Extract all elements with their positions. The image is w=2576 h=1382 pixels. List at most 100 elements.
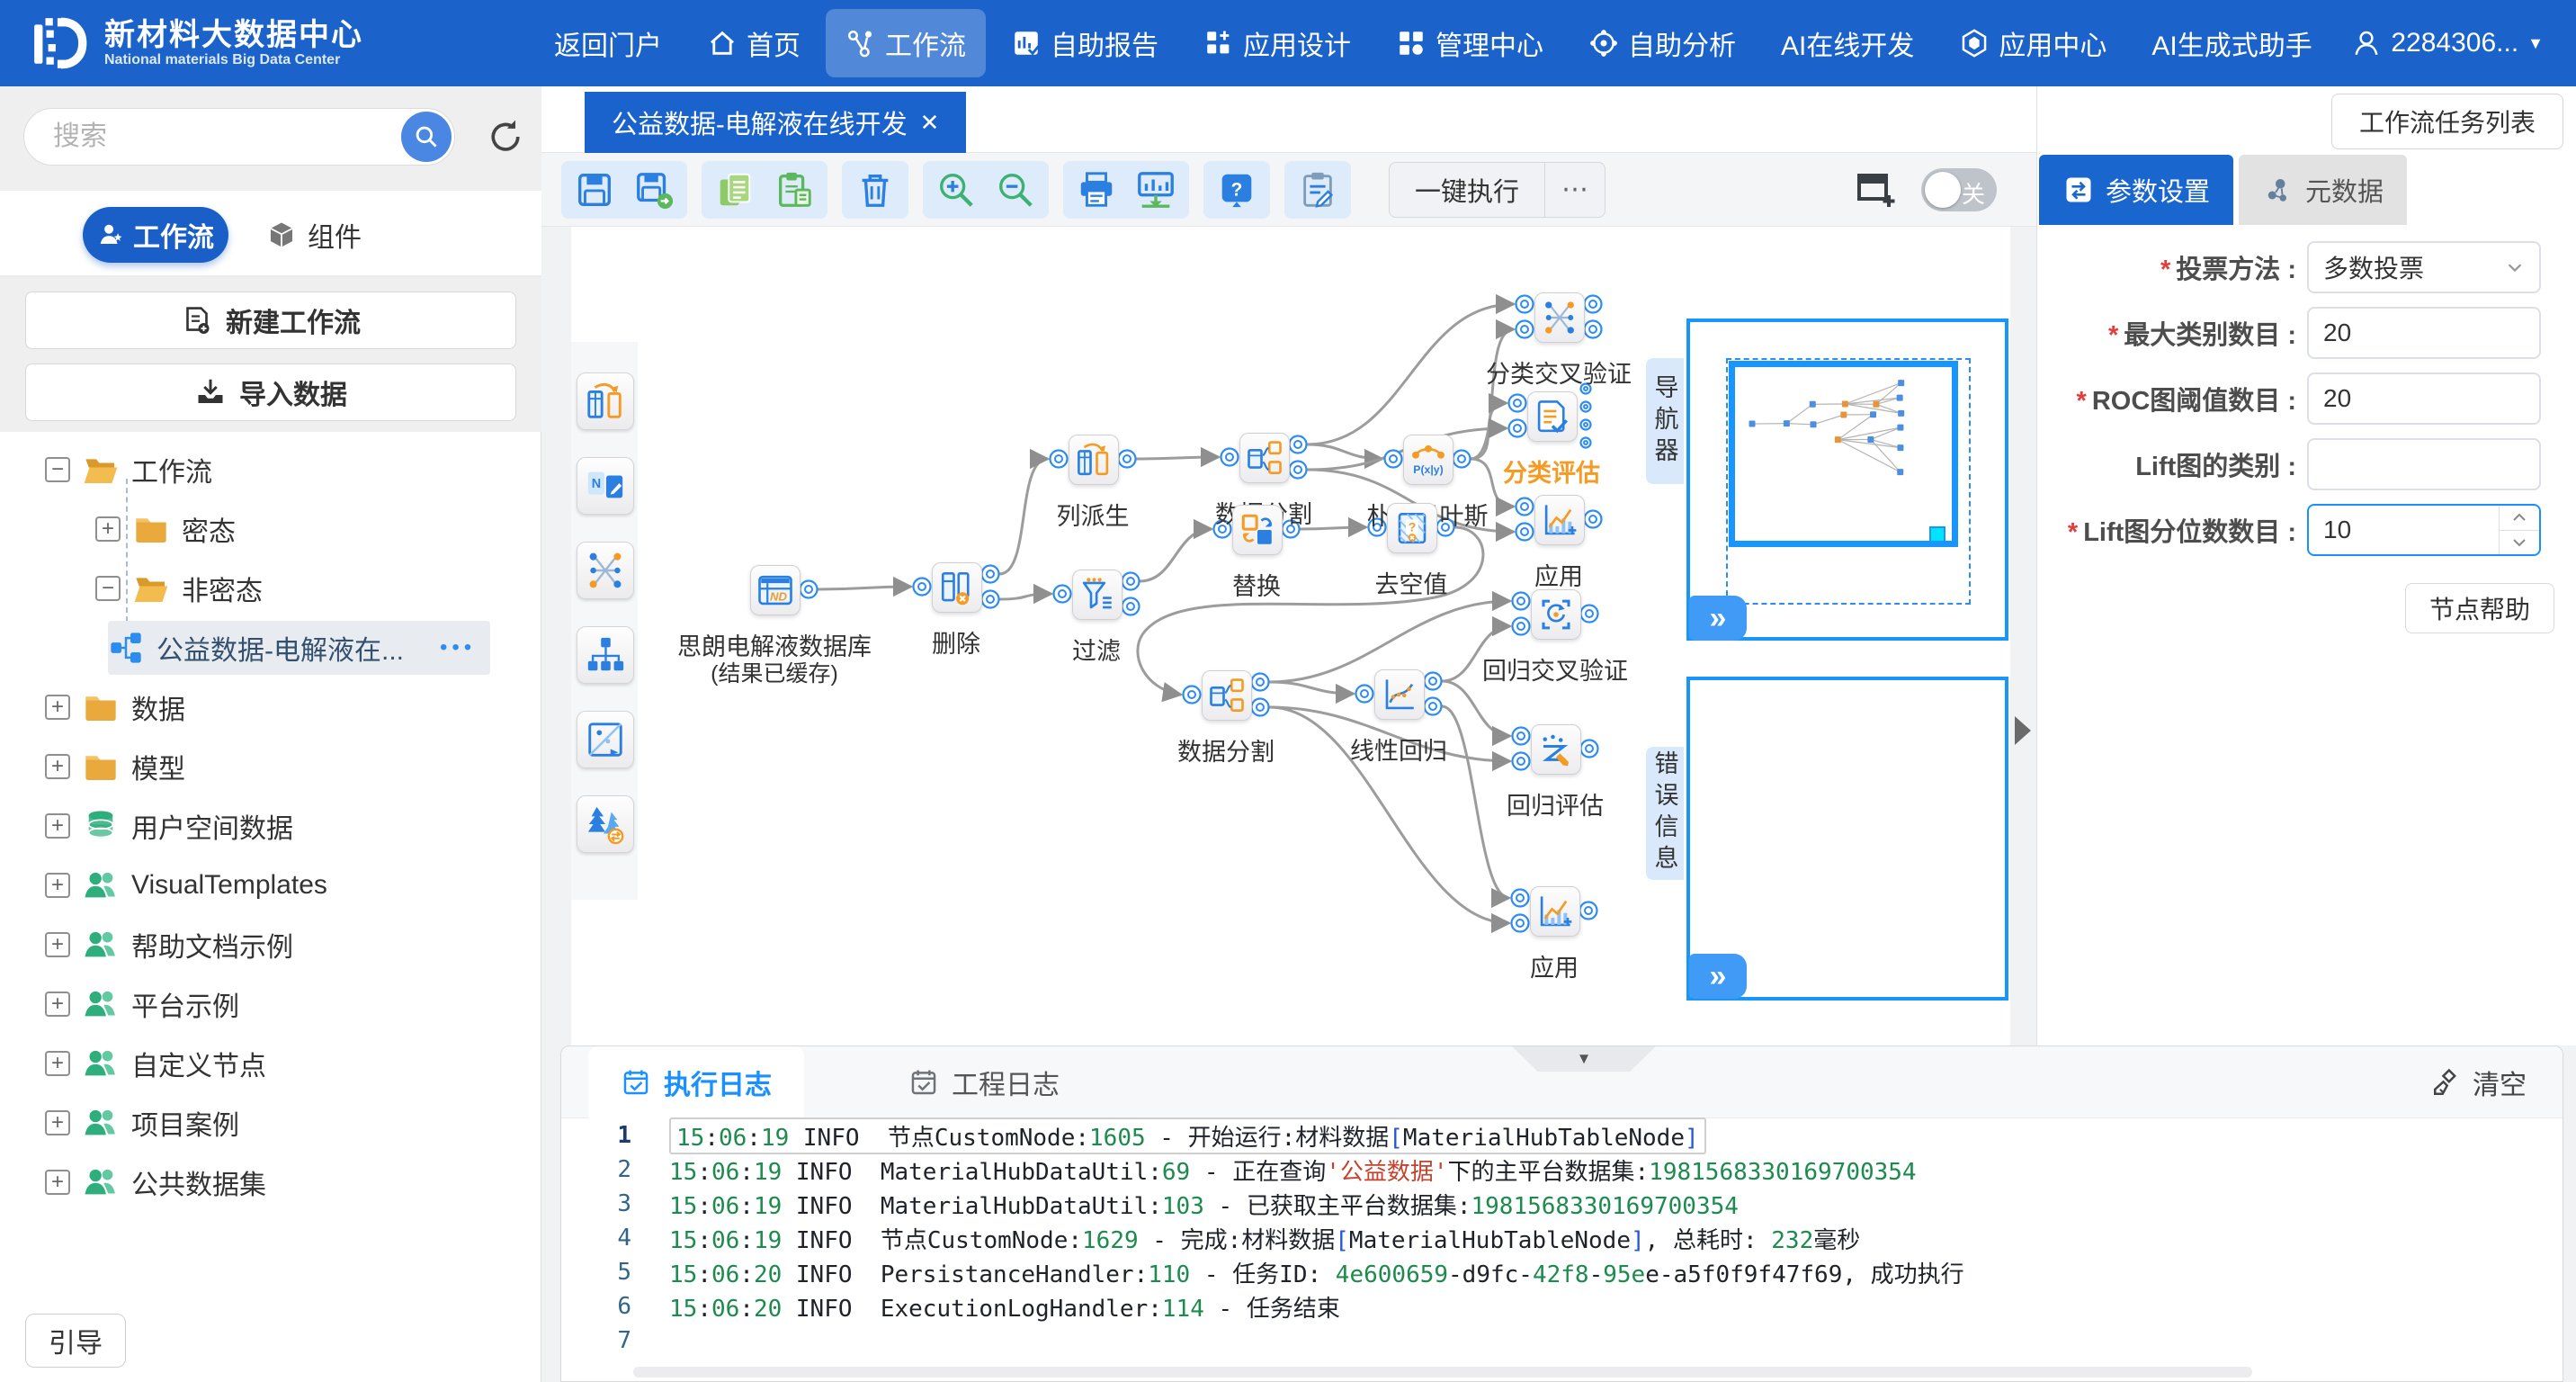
tree-item[interactable]: +VisualTemplates <box>45 858 327 912</box>
save-as-button[interactable] <box>633 169 675 211</box>
tree-expander[interactable]: + <box>45 992 70 1017</box>
task-doc-button[interactable] <box>1297 169 1338 211</box>
sidebar-tab-workflow[interactable]: 工作流 <box>83 207 228 263</box>
copy-button[interactable] <box>714 169 756 211</box>
node-7[interactable] <box>1527 391 1578 442</box>
run-more-button[interactable]: ⋯ <box>1544 163 1605 217</box>
log-line[interactable]: 215:06:19 INFO MaterialHubDataUtil:69 - … <box>561 1153 2563 1187</box>
node-8[interactable] <box>1534 495 1585 545</box>
tree-item[interactable]: +项目案例 <box>45 1096 239 1150</box>
tree-item[interactable]: −非密态 <box>95 561 263 615</box>
nav-item-3[interactable]: 工作流 <box>826 9 986 77</box>
tree-expander[interactable]: + <box>45 813 70 839</box>
input-2[interactable]: 20 <box>2307 307 2541 359</box>
tree-item[interactable]: −工作流 <box>45 443 212 497</box>
number-input-5[interactable]: 10 <box>2307 504 2541 556</box>
tree-item[interactable]: +公共数据集 <box>45 1155 266 1209</box>
tree-expander[interactable]: + <box>95 516 121 542</box>
search-button[interactable] <box>401 112 452 162</box>
log-line[interactable]: 115:06:19 INFO 节点CustomNode:1605 - 开始运行:… <box>561 1118 2563 1153</box>
log-line[interactable]: 415:06:19 INFO 节点CustomNode:1629 - 完成:材料… <box>561 1221 2563 1255</box>
tree-item-more[interactable]: ••• <box>440 635 476 660</box>
tree-expander[interactable]: + <box>45 1170 70 1195</box>
help-button[interactable]: ? <box>1216 169 1257 211</box>
navigator-viewport[interactable] <box>1729 361 1958 547</box>
node-13[interactable] <box>1531 589 1581 640</box>
palette-p-tree-button[interactable] <box>577 626 634 684</box>
save-button[interactable] <box>574 169 615 211</box>
log-tab-1[interactable]: 执行日志 <box>588 1046 804 1118</box>
node-0[interactable]: ND <box>750 565 801 615</box>
zoom-out-button[interactable] <box>995 169 1036 211</box>
nav-item-6[interactable]: 管理中心 <box>1376 9 1563 77</box>
nav-item-8[interactable]: AI在线开发 <box>1761 9 1934 77</box>
tree-item[interactable]: +自定义节点 <box>45 1036 266 1090</box>
node-help-button[interactable]: 节点帮助 <box>2405 583 2554 633</box>
log-line[interactable]: 515:06:20 INFO PersistanceHandler:110 - … <box>561 1255 2563 1289</box>
paste-button[interactable] <box>774 169 815 211</box>
tree-expander[interactable]: + <box>45 1110 70 1135</box>
node-9[interactable] <box>1232 505 1283 555</box>
refresh-icon[interactable] <box>486 117 525 157</box>
node-15[interactable] <box>1530 886 1580 937</box>
navigator-resize-handle[interactable] <box>1929 526 1945 543</box>
tree-expander[interactable]: − <box>45 457 70 482</box>
workflow-tab[interactable]: 公益数据-电解液在线开发 ✕ <box>585 92 966 153</box>
node-6[interactable] <box>1534 292 1585 343</box>
palette-p-scatter-button[interactable] <box>577 711 634 768</box>
log-scrollbar[interactable] <box>633 1367 2252 1378</box>
palette-col-derive-button[interactable] <box>577 372 634 430</box>
tree-expander[interactable]: − <box>95 576 121 601</box>
tree-item[interactable]: +帮助文档示例 <box>45 918 293 972</box>
nav-item-10[interactable]: AI生成式助手 <box>2132 9 2331 77</box>
tree-expander[interactable]: + <box>45 695 70 720</box>
palette-cross-button[interactable] <box>577 542 634 599</box>
tree-item[interactable]: +数据 <box>45 680 185 734</box>
import-data-button[interactable]: 导入数据 <box>25 363 516 421</box>
panel-collapse-icon[interactable] <box>2015 716 2031 745</box>
palette-p-forest-button[interactable] <box>577 795 634 853</box>
tree-item[interactable]: +密态 <box>95 502 236 556</box>
input-3[interactable]: 20 <box>2307 372 2541 425</box>
user-menu[interactable]: 2284306... ▼ <box>2351 28 2576 58</box>
zoom-in-button[interactable] <box>935 169 977 211</box>
node-4[interactable] <box>1239 433 1290 483</box>
log-line[interactable]: 615:06:20 INFO ExecutionLogHandler:114 -… <box>561 1289 2563 1324</box>
log-tab-2[interactable]: 工程日志 <box>876 1046 1092 1118</box>
nav-item-4[interactable]: 自助报告 <box>991 9 1178 77</box>
params-tab-1[interactable]: 参数设置 <box>2039 155 2233 225</box>
input-4[interactable] <box>2307 438 2541 490</box>
workflow-tab-close-icon[interactable]: ✕ <box>920 109 940 137</box>
tree-expander[interactable]: + <box>45 754 70 779</box>
nav-item-7[interactable]: 自助分析 <box>1569 9 1756 77</box>
trash-button[interactable] <box>854 169 896 211</box>
node-1[interactable] <box>932 562 982 613</box>
present-button[interactable] <box>1135 169 1176 211</box>
tree-item[interactable]: +用户空间数据 <box>45 799 293 853</box>
collapse-log-button[interactable]: ▼ <box>1512 1046 1656 1072</box>
node-2[interactable] <box>1069 435 1119 485</box>
node-10[interactable]: ? <box>1387 503 1437 553</box>
guide-button[interactable]: 引导 <box>25 1314 126 1368</box>
print-button[interactable] <box>1076 169 1117 211</box>
select-1[interactable]: 多数投票 <box>2307 241 2541 293</box>
number-spinner[interactable] <box>2499 506 2539 554</box>
nav-item-5[interactable]: 应用设计 <box>1184 9 1371 77</box>
params-tab-2[interactable]: 元数据 <box>2239 155 2407 225</box>
tree-expander[interactable]: + <box>45 1051 70 1076</box>
log-line[interactable]: 315:06:19 INFO MaterialHubDataUtil:103 -… <box>561 1187 2563 1221</box>
tree-expander[interactable]: + <box>45 932 70 957</box>
nav-item-1[interactable]: 返回门户 <box>534 9 682 77</box>
tree-expander[interactable]: + <box>45 873 70 898</box>
canvas[interactable]: N ND思朗电解液数据库(结果已缓存)删除列派生过滤数据分割P(x|y)朴素贝叶… <box>571 227 2010 1045</box>
logo[interactable]: 新材料大数据中心 National materials Big Data Cen… <box>0 13 534 73</box>
log-line[interactable]: 7 <box>561 1324 2563 1358</box>
palette-p-note-button[interactable]: N <box>577 457 634 515</box>
nav-item-2[interactable]: 首页 <box>687 9 820 77</box>
task-list-button[interactable]: 工作流任务列表 <box>2331 94 2563 149</box>
search-input[interactable] <box>51 114 361 159</box>
error-info-tab[interactable]: 错误信息 <box>1646 747 1684 880</box>
error-expand-button[interactable]: » <box>1689 954 1747 999</box>
navigator-panel[interactable] <box>1686 319 2008 641</box>
navigator-tab[interactable]: 导航器 <box>1646 358 1684 484</box>
